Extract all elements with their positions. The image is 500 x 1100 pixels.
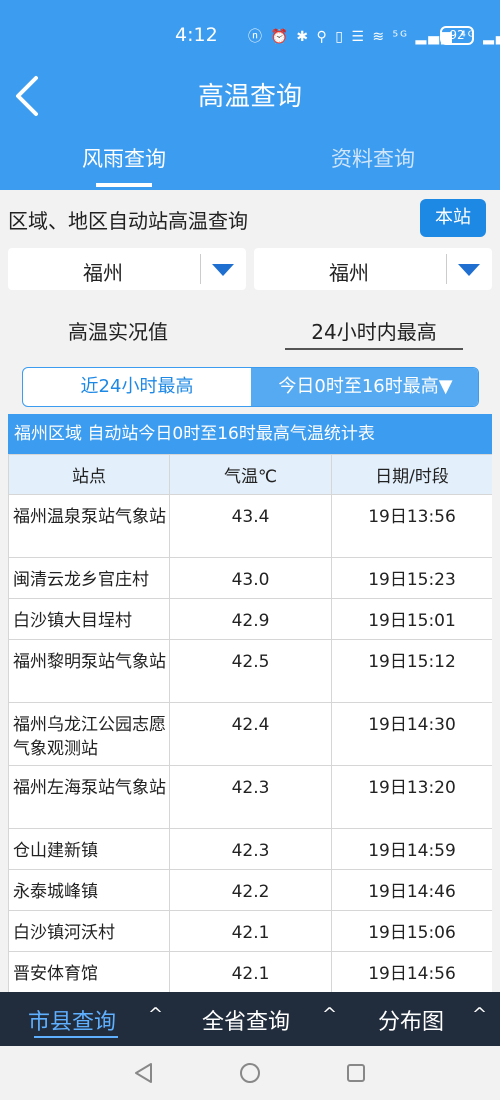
segment-today-0-16[interactable]: 今日0时至16时最高▼ [251,368,478,406]
home-circle-icon[interactable] [239,1062,261,1088]
cell-datetime: 19日15:12 [331,639,492,703]
cell-temperature: 42.4 [169,702,332,766]
nav-county-query[interactable]: 市县查询 [28,1004,116,1036]
dropdown-arrow-icon[interactable] [458,264,480,276]
cell-temperature: 43.4 [169,494,332,558]
cell-station: 白沙镇河沃村 [8,910,170,952]
cell-datetime: 19日14:56 [331,951,492,992]
region-select-right-value: 福州 [329,261,369,285]
table-row[interactable]: 闽清云龙乡官庄村 43.0 19日15:23 [8,557,492,599]
cell-station: 福州温泉泵站气象站 [8,494,170,558]
tab-wind-rain-query[interactable]: 风雨查询 [82,143,166,173]
cell-temperature: 42.2 [169,869,332,911]
cell-station: 白沙镇大目埕村 [8,598,170,640]
bottom-nav: 市县查询 ^ 全省查询 ^ 分布图 ^ [0,992,500,1046]
query-row: 区域、地区自动站高温查询 本站 [0,196,500,240]
table-row[interactable]: 晋安体育馆 42.1 19日14:56 [8,951,492,992]
cell-station: 福州左海泵站气象站 [8,765,170,829]
cell-datetime: 19日15:01 [331,598,492,640]
status-bar: 4:12 ⓝ ⏰ ✱ ⚲ ▯ ☰ ≋ ⁵ᴳ ▂▄▆ ⁴ᴳ ▂▄▆ 92 [0,22,500,52]
this-station-button[interactable]: 本站 [420,199,486,237]
cell-temperature: 42.3 [169,765,332,829]
cell-temperature: 42.1 [169,951,332,992]
table-row[interactable]: 永泰城峰镇 42.2 19日14:46 [8,869,492,911]
status-time: 4:12 [175,24,218,46]
page-title: 高温查询 [197,82,302,112]
cell-temperature: 42.9 [169,598,332,640]
table-header-row: 站点 气温℃ 日期/时段 [8,454,492,495]
active-tab-indicator [96,183,152,187]
region-select-right[interactable]: 福州 [254,248,492,290]
nav-active-indicator [34,1036,118,1038]
battery-icon: 92 [440,26,474,45]
segment-last-24h[interactable]: 近24小时最高 [23,368,251,406]
cell-station: 仓山建新镇 [8,828,170,870]
column-header-datetime: 日期/时段 [331,454,492,495]
select-divider [200,254,201,284]
stats-table: 站点 气温℃ 日期/时段 福州温泉泵站气象站 43.4 19日13:56 闽清云… [8,454,492,992]
tab-data-query[interactable]: 资料查询 [331,143,415,173]
table-row[interactable]: 福州左海泵站气象站 42.3 19日13:20 [8,765,492,829]
app-header: 4:12 ⓝ ⏰ ✱ ⚲ ▯ ☰ ≋ ⁵ᴳ ▂▄▆ ⁴ᴳ ▂▄▆ 92 高温查询… [0,0,500,190]
cell-station: 永泰城峰镇 [8,869,170,911]
mode-active-indicator [285,348,463,350]
mode-realtime-high[interactable]: 高温实况值 [68,316,168,345]
cell-station: 晋安体育馆 [8,951,170,992]
table-row[interactable]: 白沙镇大目埕村 42.9 19日15:01 [8,598,492,640]
dropdown-arrow-icon[interactable] [212,264,234,276]
cell-temperature: 43.0 [169,557,332,599]
cell-temperature: 42.5 [169,639,332,703]
mode-24h-max[interactable]: 24小时内最高 [285,316,463,345]
table-row[interactable]: 福州乌龙江公园志愿气象观测站 42.4 19日14:30 [8,702,492,766]
cell-temperature: 42.1 [169,910,332,952]
cell-datetime: 19日14:46 [331,869,492,911]
temperature-table: 福州区域 自动站今日0时至16时最高气温统计表 站点 气温℃ 日期/时段 福州温… [8,414,492,992]
cell-datetime: 19日14:30 [331,702,492,766]
caret-up-icon[interactable]: ^ [148,1004,163,1025]
cell-datetime: 19日15:23 [331,557,492,599]
system-nav-bar [0,1046,500,1100]
column-header-temperature: 气温℃ [169,454,332,495]
region-select-left-value: 福州 [83,261,123,285]
cell-station: 闽清云龙乡官庄村 [8,557,170,599]
cell-datetime: 19日13:20 [331,765,492,829]
table-row[interactable]: 仓山建新镇 42.3 19日14:59 [8,828,492,870]
cell-station: 福州黎明泵站气象站 [8,639,170,703]
cell-datetime: 19日14:59 [331,828,492,870]
table-row[interactable]: 白沙镇河沃村 42.1 19日15:06 [8,910,492,952]
cell-datetime: 19日15:06 [331,910,492,952]
table-row[interactable]: 福州温泉泵站气象站 43.4 19日13:56 [8,494,492,558]
time-range-segment: 近24小时最高 今日0时至16时最高▼ [22,367,479,407]
select-divider [446,254,447,284]
region-select-left[interactable]: 福州 [8,248,246,290]
nav-province-query[interactable]: 全省查询 [202,1004,290,1036]
nav-distribution-map[interactable]: 分布图 [378,1004,444,1036]
query-label: 区域、地区自动站高温查询 [8,209,248,233]
table-row[interactable]: 福州黎明泵站气象站 42.5 19日15:12 [8,639,492,703]
recents-square-icon[interactable] [345,1062,367,1088]
column-header-station: 站点 [8,454,170,495]
table-title: 福州区域 自动站今日0时至16时最高气温统计表 [8,414,492,454]
caret-up-icon[interactable]: ^ [472,1004,487,1025]
back-triangle-icon[interactable] [133,1062,155,1088]
caret-up-icon[interactable]: ^ [322,1004,337,1025]
cell-station: 福州乌龙江公园志愿气象观测站 [8,702,170,766]
cell-temperature: 42.3 [169,828,332,870]
cell-datetime: 19日13:56 [331,494,492,558]
